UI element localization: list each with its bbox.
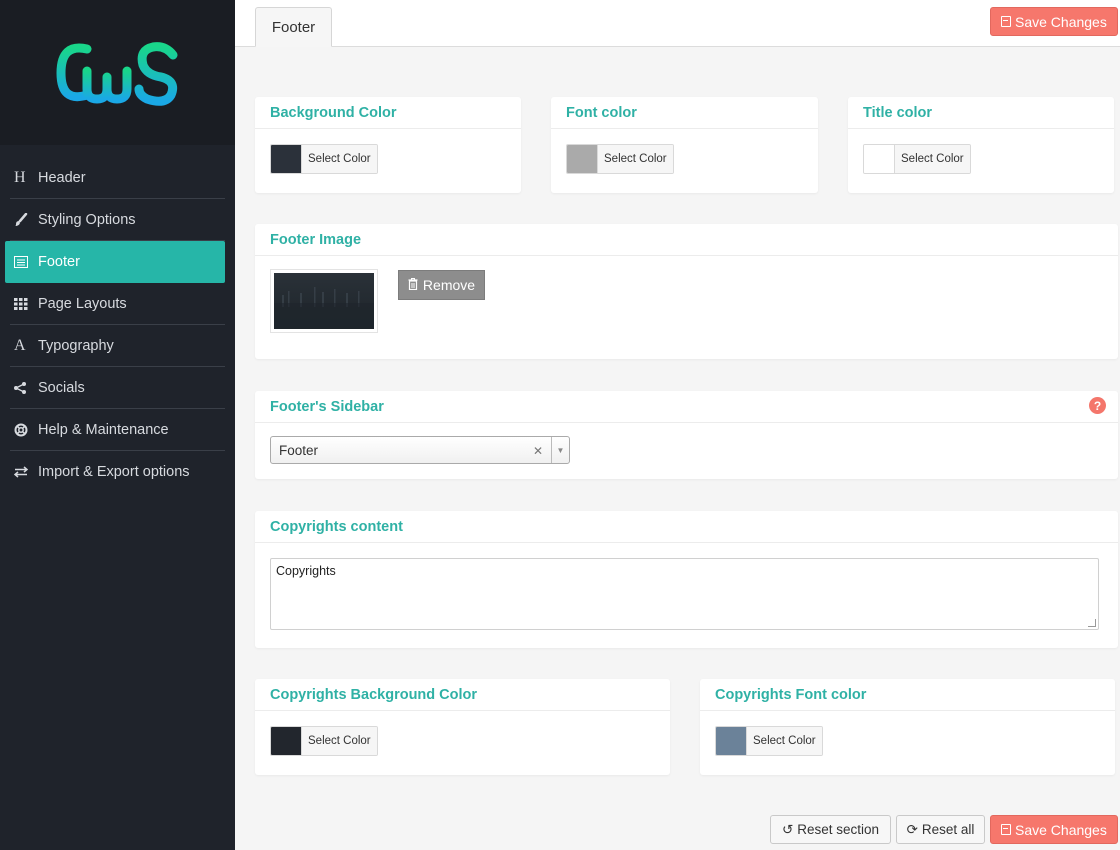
top-bar: Footer Save Changes bbox=[235, 0, 1120, 47]
card-title: Copyrights Font color bbox=[700, 679, 1115, 711]
save-disk-icon bbox=[1001, 16, 1011, 27]
copyrights-textarea[interactable]: Copyrights bbox=[270, 558, 1099, 630]
sidebar-item-socials[interactable]: Socials bbox=[10, 367, 225, 409]
remove-image-button[interactable]: Remove bbox=[398, 270, 485, 300]
sidebar-item-label: Socials bbox=[38, 379, 85, 396]
grid-icon bbox=[14, 297, 38, 310]
sidebar-item-label: Styling Options bbox=[38, 211, 136, 228]
tab-footer[interactable]: Footer bbox=[255, 7, 332, 47]
reset-all-label: Reset all bbox=[921, 822, 975, 837]
sidebar-item-label: Footer bbox=[38, 254, 80, 270]
undo-icon: ↺ bbox=[781, 821, 794, 837]
card-title: Font color bbox=[551, 97, 818, 129]
share-icon bbox=[14, 381, 38, 394]
select-color-button[interactable]: Select Color bbox=[746, 727, 822, 755]
refresh-icon: ⟳ bbox=[906, 821, 918, 837]
card-title: Copyrights Background Color bbox=[255, 679, 670, 711]
footer-image-card: Footer Image Remove bbox=[255, 224, 1118, 359]
select-color-button[interactable]: Select Color bbox=[894, 145, 970, 173]
title-color-card: Title color Select Color bbox=[848, 97, 1114, 193]
copyrights-font-color-card: Copyrights Font color Select Color bbox=[700, 679, 1115, 775]
sidebar-item-header[interactable]: H Header bbox=[10, 157, 225, 199]
sidebar-item-label: Header bbox=[38, 169, 86, 186]
footer-sidebar-card: Footer's Sidebar ? Footer ✕ ▼ bbox=[255, 391, 1118, 479]
save-label: Save Changes bbox=[1015, 821, 1107, 838]
remove-label: Remove bbox=[422, 277, 476, 293]
lifebuoy-icon bbox=[14, 423, 38, 437]
resize-grip-icon[interactable] bbox=[1088, 619, 1096, 627]
card-title: Background Color bbox=[255, 97, 521, 129]
trash-icon bbox=[408, 277, 418, 293]
chevron-down-icon[interactable]: ▼ bbox=[551, 437, 569, 463]
reset-all-button[interactable]: ⟳ Reset all bbox=[896, 815, 985, 844]
exchange-icon bbox=[14, 466, 38, 478]
copyrights-bg-color-card: Copyrights Background Color Select Color bbox=[255, 679, 670, 775]
sidebar-menu: H Header Styling Options Footer Page Lay… bbox=[0, 145, 235, 493]
save-button-top[interactable]: Save Changes bbox=[990, 7, 1118, 36]
sidebar-item-label: Page Layouts bbox=[38, 295, 127, 312]
footer-list-icon bbox=[14, 256, 38, 268]
logo-area bbox=[0, 0, 235, 145]
background-color-picker[interactable]: Select Color bbox=[270, 144, 378, 174]
sidebar-item-import-export[interactable]: Import & Export options bbox=[10, 451, 225, 493]
card-title: Footer's Sidebar bbox=[255, 391, 1118, 423]
select-color-button[interactable]: Select Color bbox=[301, 727, 377, 755]
card-title: Footer Image bbox=[255, 224, 1118, 256]
font-color-picker[interactable]: Select Color bbox=[566, 144, 674, 174]
title-color-picker[interactable]: Select Color bbox=[863, 144, 971, 174]
copyrights-content-card: Copyrights content Copyrights bbox=[255, 511, 1118, 648]
save-disk-icon bbox=[1001, 824, 1011, 835]
header-h-icon: H bbox=[14, 168, 26, 186]
copyrights-font-color-picker[interactable]: Select Color bbox=[715, 726, 823, 756]
sidebar-item-label: Import & Export options bbox=[38, 464, 190, 480]
copyrights-bg-color-picker[interactable]: Select Color bbox=[270, 726, 378, 756]
copyrights-text: Copyrights bbox=[276, 564, 336, 578]
select-color-button[interactable]: Select Color bbox=[597, 145, 673, 173]
clear-icon[interactable]: ✕ bbox=[533, 444, 543, 458]
color-swatch[interactable] bbox=[716, 727, 746, 755]
footer-image-preview bbox=[274, 273, 374, 329]
save-label: Save Changes bbox=[1015, 13, 1107, 30]
reset-section-label: Reset section bbox=[797, 822, 880, 837]
select-value: Footer bbox=[279, 442, 319, 458]
color-swatch[interactable] bbox=[271, 145, 301, 173]
sidebar-item-footer[interactable]: Footer bbox=[5, 241, 225, 283]
sidebar-item-label: Typography bbox=[38, 337, 114, 354]
sidebar-item-typography[interactable]: A Typography bbox=[10, 325, 225, 367]
font-color-card: Font color Select Color bbox=[551, 97, 818, 193]
sidebar-item-label: Help & Maintenance bbox=[38, 421, 169, 438]
cws-logo bbox=[55, 41, 177, 106]
font-a-icon: A bbox=[14, 336, 26, 354]
brush-icon bbox=[14, 212, 38, 227]
footer-sidebar-select[interactable]: Footer ✕ ▼ bbox=[270, 436, 570, 464]
color-swatch[interactable] bbox=[864, 145, 894, 173]
save-button-bottom[interactable]: Save Changes bbox=[990, 815, 1118, 844]
background-color-card: Background Color Select Color bbox=[255, 97, 521, 193]
footer-image-thumbnail bbox=[270, 269, 378, 333]
help-icon[interactable]: ? bbox=[1089, 397, 1106, 414]
sidebar-item-styling-options[interactable]: Styling Options bbox=[10, 199, 225, 241]
select-color-button[interactable]: Select Color bbox=[301, 145, 377, 173]
color-swatch[interactable] bbox=[567, 145, 597, 173]
sidebar-item-help-maintenance[interactable]: Help & Maintenance bbox=[10, 409, 225, 451]
card-title: Copyrights content bbox=[255, 511, 1118, 543]
sidebar: H Header Styling Options Footer Page Lay… bbox=[0, 0, 235, 850]
color-swatch[interactable] bbox=[271, 727, 301, 755]
card-title: Title color bbox=[848, 97, 1114, 129]
reset-section-button[interactable]: ↺ Reset section bbox=[770, 815, 891, 844]
main-content: Footer Save Changes Background Color Sel… bbox=[235, 0, 1120, 850]
sidebar-item-page-layouts[interactable]: Page Layouts bbox=[10, 283, 225, 325]
